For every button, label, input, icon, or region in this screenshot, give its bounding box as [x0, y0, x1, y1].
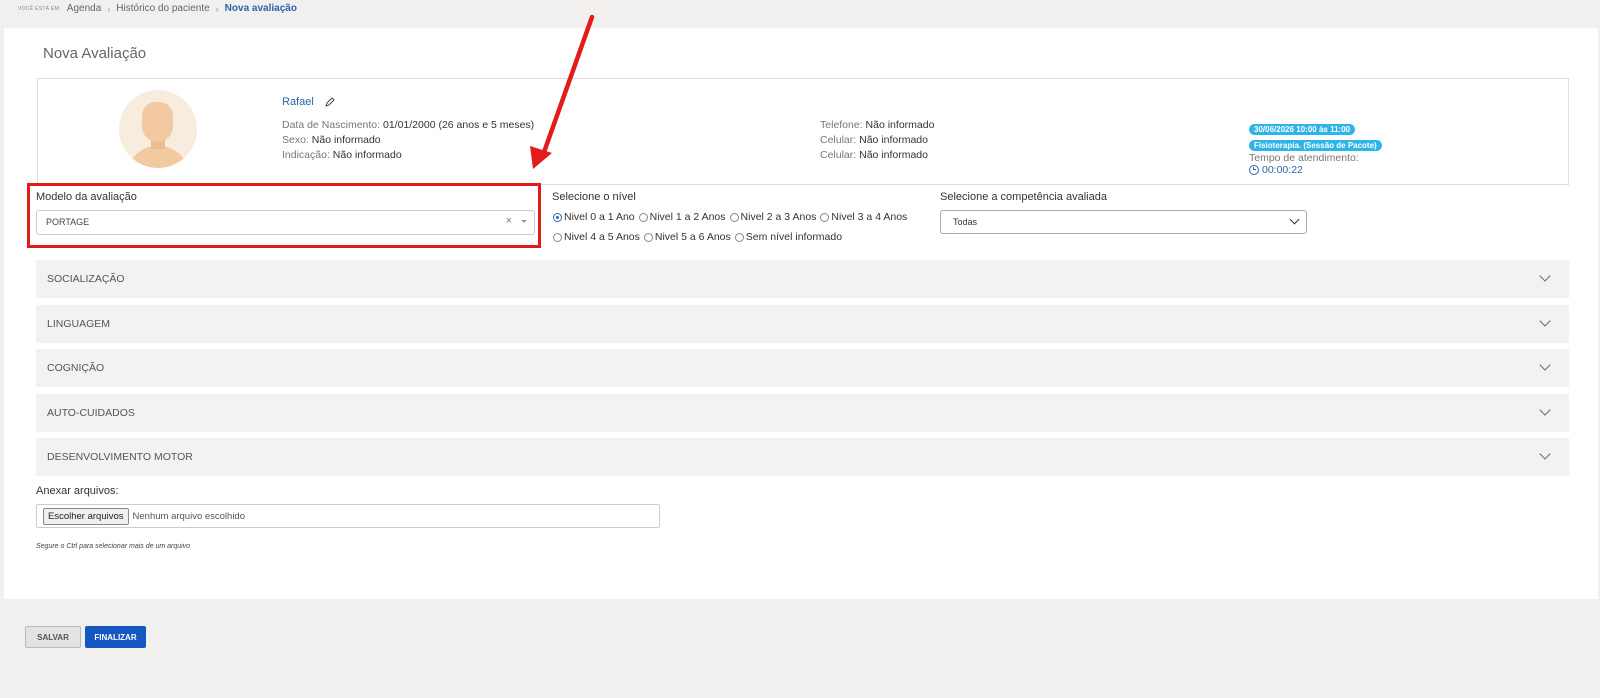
finish-button[interactable]: FINALIZAR: [85, 626, 146, 648]
annotation-arrow-icon: [530, 14, 595, 169]
save-button[interactable]: SALVAR: [25, 626, 81, 648]
